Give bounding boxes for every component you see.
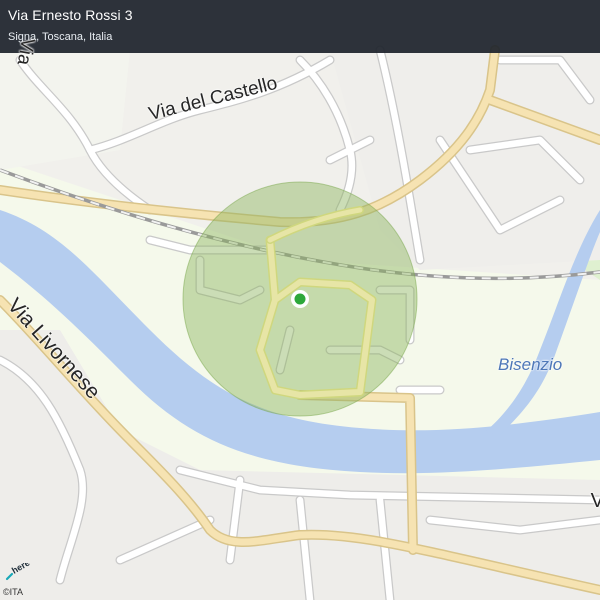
address-subtitle: Signa, Toscana, Italia (8, 31, 113, 43)
map-canvas[interactable] (0, 0, 600, 600)
street-label-edge: V (590, 490, 600, 512)
street-label-via-top: Via (12, 36, 39, 67)
copyright-text: ©ITA (3, 587, 23, 597)
map-view[interactable]: Via Ernesto Rossi 3 Signa, Toscana, Ital… (0, 0, 600, 600)
address-title: Via Ernesto Rossi 3 (8, 7, 133, 23)
svg-text:here: here (10, 563, 31, 576)
river-label-bisenzio: Bisenzio (498, 355, 563, 374)
here-logo: here (5, 563, 31, 581)
location-header: Via Ernesto Rossi 3 Signa, Toscana, Ital… (0, 0, 600, 53)
location-dot-icon (291, 290, 309, 308)
